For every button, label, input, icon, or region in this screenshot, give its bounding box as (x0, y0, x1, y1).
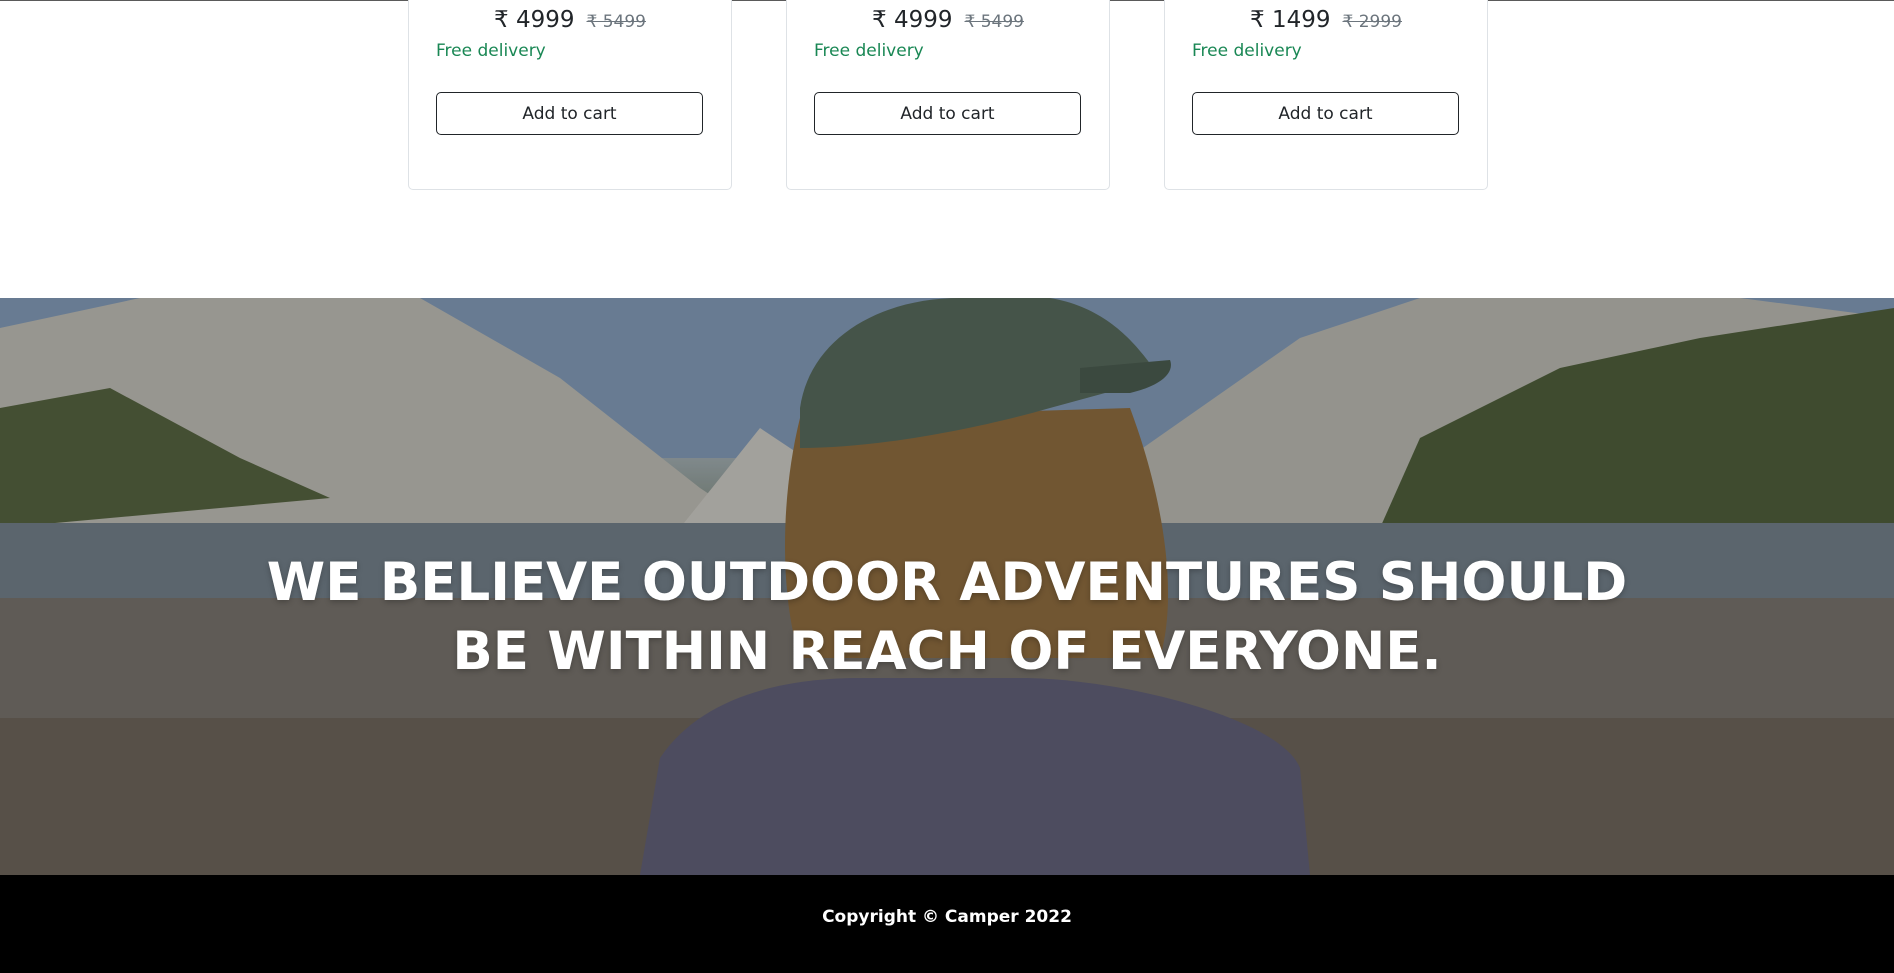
product-price: ₹ 1499 (1250, 7, 1331, 33)
product-card: ₹ 1499 ₹ 2999 Free delivery Add to cart (1164, 0, 1488, 190)
delivery-label: Free delivery (814, 41, 924, 61)
product-price: ₹ 4999 (494, 7, 575, 33)
product-card: ₹ 4999 ₹ 5499 Free delivery Add to cart (408, 0, 732, 190)
price-row: ₹ 1499 ₹ 2999 (1165, 7, 1487, 33)
add-to-cart-button[interactable]: Add to cart (1192, 92, 1459, 135)
price-row: ₹ 4999 ₹ 5499 (409, 7, 731, 33)
product-old-price: ₹ 5499 (964, 12, 1024, 32)
product-card: ₹ 4999 ₹ 5499 Free delivery Add to cart (786, 0, 1110, 190)
hero-heading: WE BELIEVE OUTDOOR ADVENTURES SHOULD BE … (266, 552, 1628, 682)
hero-banner: WE BELIEVE OUTDOOR ADVENTURES SHOULD BE … (0, 298, 1894, 875)
price-row: ₹ 4999 ₹ 5499 (787, 7, 1109, 33)
add-to-cart-button[interactable]: Add to cart (436, 92, 703, 135)
copyright-text: Copyright © Camper 2022 (822, 906, 1072, 927)
footer: Copyright © Camper 2022 (0, 875, 1894, 973)
product-price: ₹ 4999 (872, 7, 953, 33)
delivery-label: Free delivery (436, 41, 546, 61)
add-to-cart-button[interactable]: Add to cart (814, 92, 1081, 135)
product-cards-section: ₹ 4999 ₹ 5499 Free delivery Add to cart ₹… (0, 0, 1894, 298)
product-old-price: ₹ 2999 (1342, 12, 1402, 32)
delivery-label: Free delivery (1192, 41, 1302, 61)
product-old-price: ₹ 5499 (586, 12, 646, 32)
